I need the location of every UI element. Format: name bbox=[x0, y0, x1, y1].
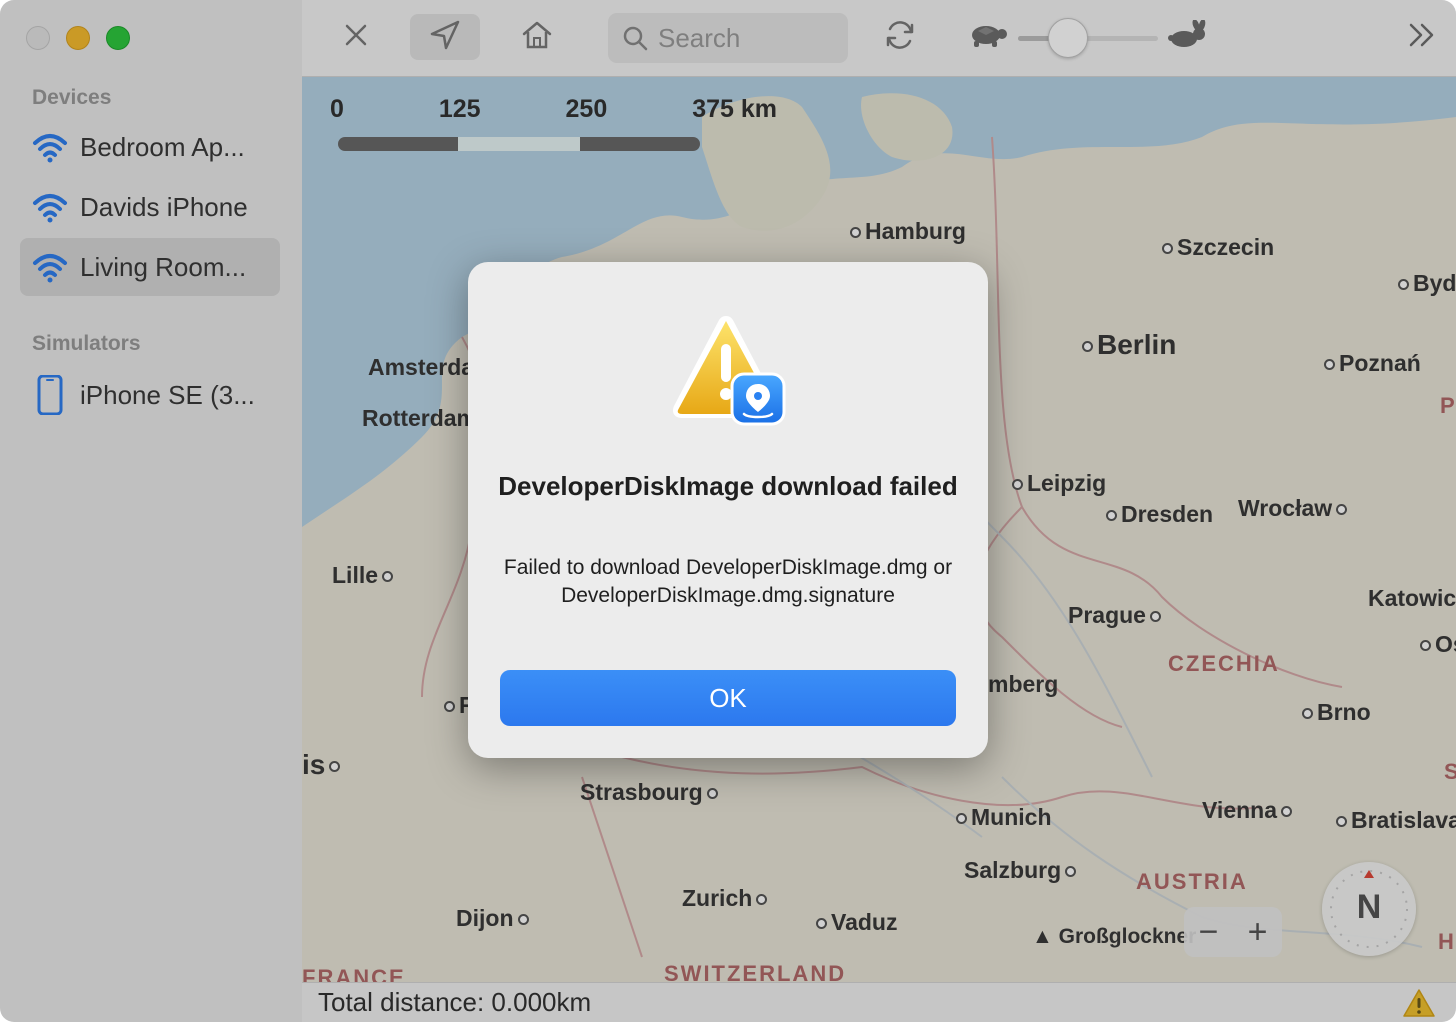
app-window: Devices Bedroom Ap... Davids iPhone Livi… bbox=[0, 0, 1456, 1022]
dialog-title: DeveloperDiskImage download failed bbox=[498, 471, 958, 501]
alert-dialog: DeveloperDiskImage download failed Faile… bbox=[468, 262, 988, 758]
warning-location-icon bbox=[666, 312, 790, 428]
dialog-message: Failed to download DeveloperDiskImage.dm… bbox=[503, 556, 953, 607]
ok-button[interactable]: OK bbox=[500, 670, 956, 726]
